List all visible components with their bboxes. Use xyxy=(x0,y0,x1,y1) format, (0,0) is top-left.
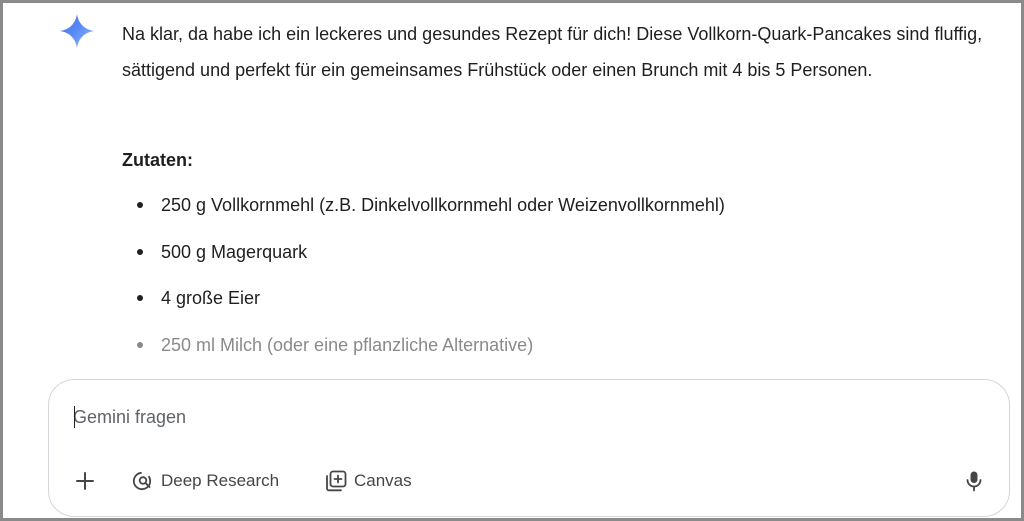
canvas-label: Canvas xyxy=(354,471,412,490)
ingredient-text: 250 ml Milch (oder eine pflanzliche Alte… xyxy=(161,335,534,356)
deep-research-icon xyxy=(132,471,152,491)
ingredients-heading: Zutaten: xyxy=(122,150,193,170)
deep-research-label: Deep Research xyxy=(161,471,280,490)
microphone-button[interactable] xyxy=(961,464,987,498)
response-intro: Na klar, da habe ich ein leckeres und ge… xyxy=(122,24,983,80)
gemini-spark-icon xyxy=(60,14,94,48)
ingredient-text: 500 g Magerquark xyxy=(161,241,308,262)
prompt-composer: Deep Research Canvas xyxy=(48,379,1010,517)
ingredients-list: 250 g Vollkornmehl (z.B. Dinkelvollkornm… xyxy=(122,189,725,371)
list-item: 250 ml Milch (oder eine pflanzliche Alte… xyxy=(122,329,725,371)
ingredient-text: 4 große Eier xyxy=(161,288,261,309)
canvas-button[interactable]: Canvas xyxy=(324,464,412,498)
microphone-icon xyxy=(966,471,982,492)
list-item: 500 g Magerquark xyxy=(122,236,725,283)
prompt-input[interactable] xyxy=(73,400,953,434)
canvas-icon xyxy=(326,470,347,492)
bullet xyxy=(137,342,143,349)
plus-icon xyxy=(76,472,94,490)
add-button[interactable] xyxy=(71,464,99,498)
list-item: 250 g Vollkornmehl (z.B. Dinkelvollkornm… xyxy=(122,189,725,236)
text-cursor xyxy=(74,406,75,428)
response-area: Na klar, da habe ich ein leckeres und ge… xyxy=(3,3,1021,371)
ingredient-text: 250 g Vollkornmehl (z.B. Dinkelvollkornm… xyxy=(161,195,725,215)
bullet xyxy=(137,202,143,208)
deep-research-button[interactable]: Deep Research xyxy=(131,464,279,498)
list-item: 4 große Eier xyxy=(122,282,725,329)
bullet xyxy=(137,248,143,255)
app-frame: Na klar, da habe ich ein leckeres und ge… xyxy=(0,0,1024,521)
bullet xyxy=(137,295,143,302)
